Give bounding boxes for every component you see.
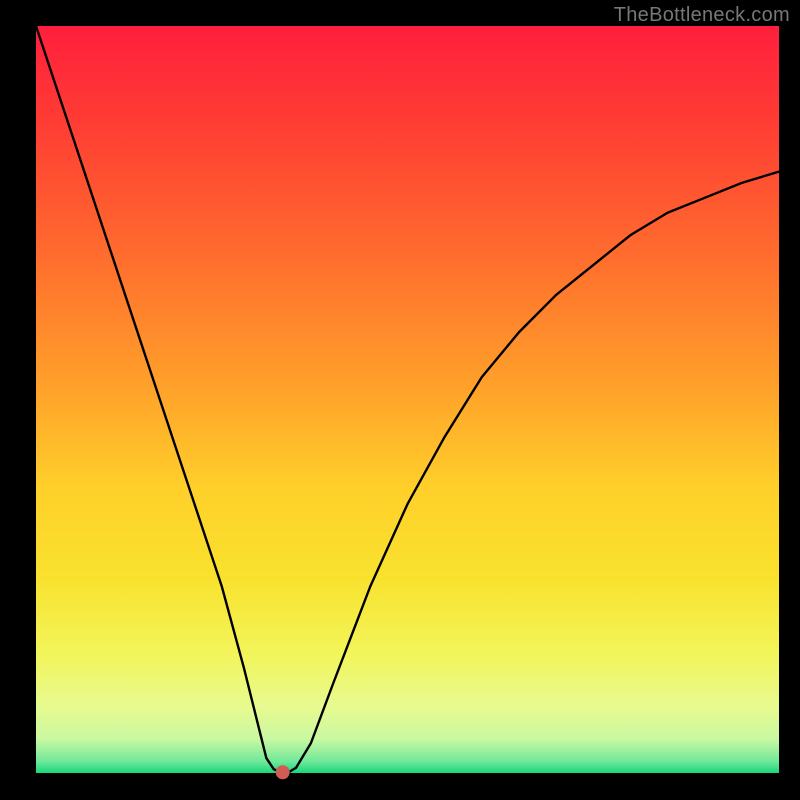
bottleneck-chart	[0, 0, 800, 800]
plot-background	[36, 26, 779, 773]
chart-frame: TheBottleneck.com	[0, 0, 800, 800]
watermark-text: TheBottleneck.com	[614, 4, 790, 27]
optimal-point-marker	[276, 765, 290, 779]
